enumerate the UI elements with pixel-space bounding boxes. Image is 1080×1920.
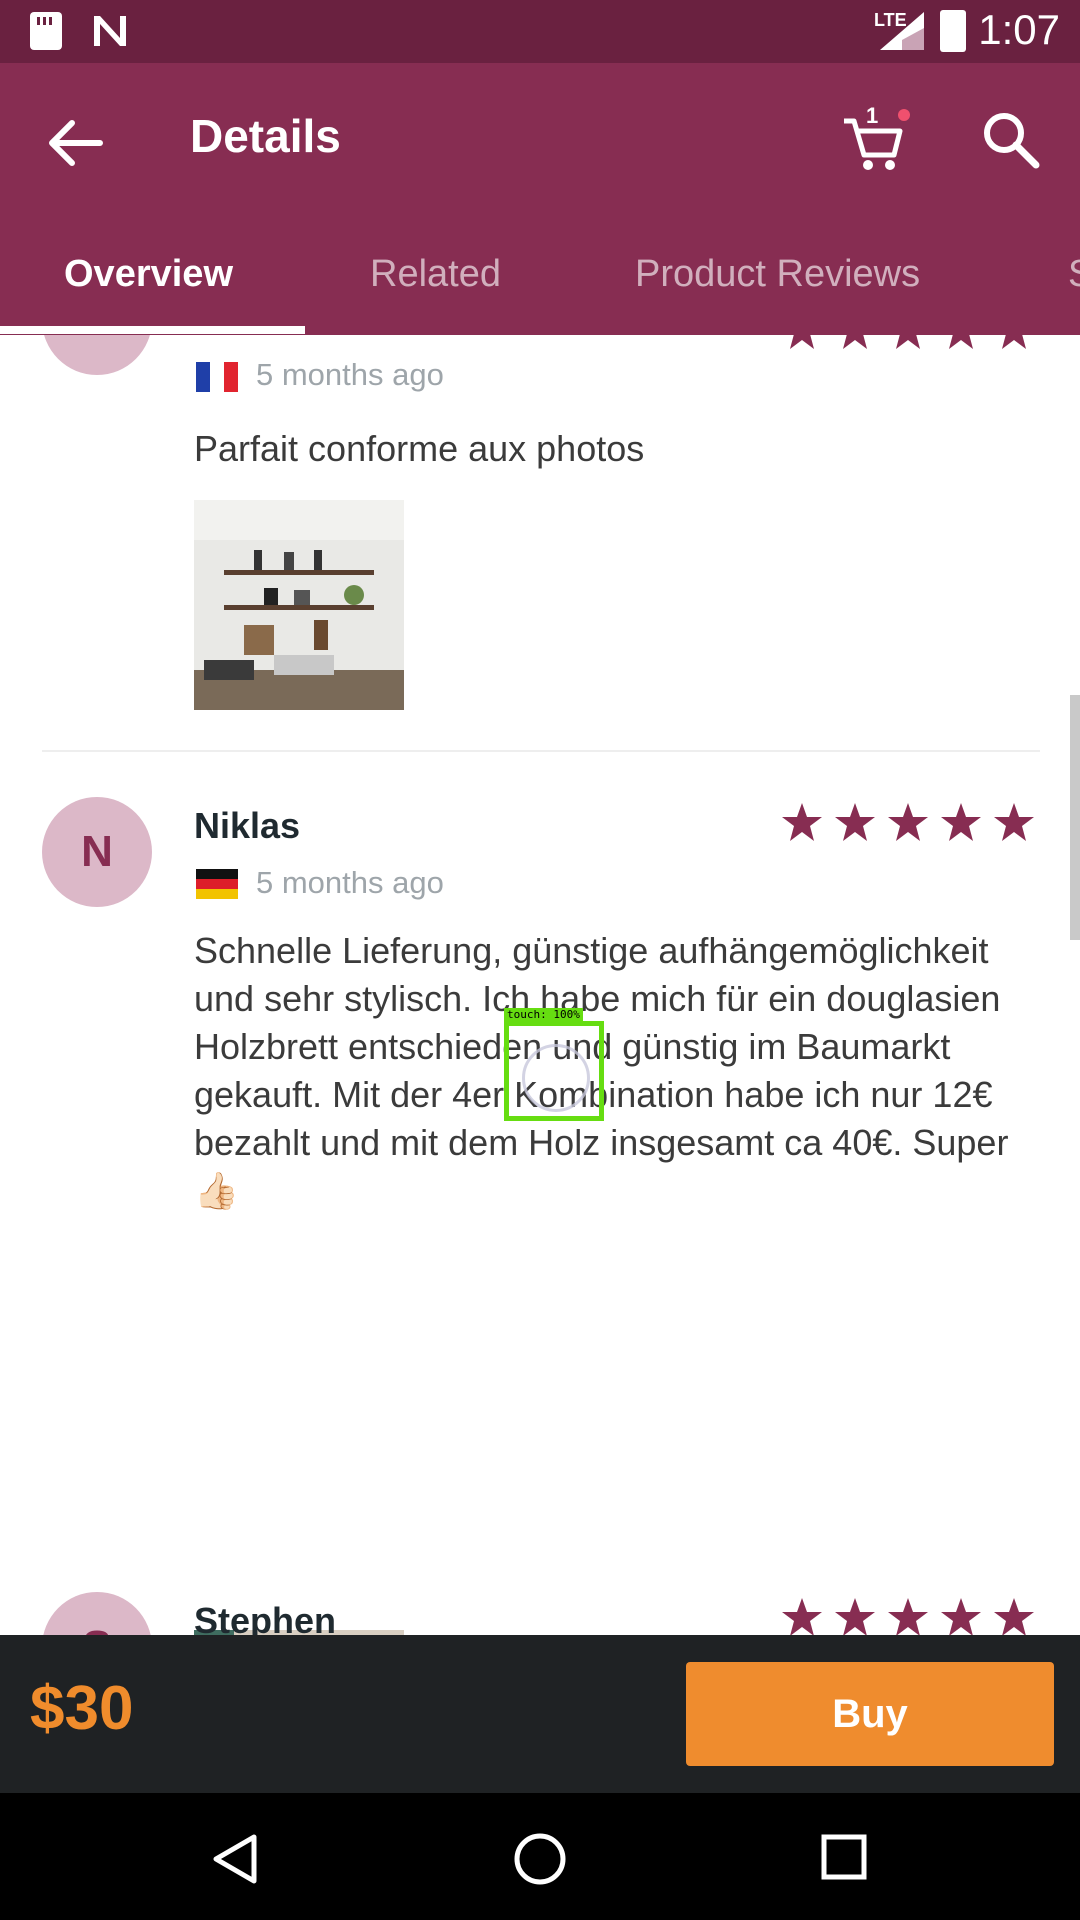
back-arrow-icon[interactable] [40,108,110,178]
sd-card-icon [30,12,62,50]
status-time: 1:07 [978,6,1060,53]
reviewer-name: Niklas [194,805,301,846]
tab-partial[interactable]: S [1068,253,1080,296]
search-icon[interactable] [978,107,1042,171]
status-bar: LTE 1:07 [0,0,1080,63]
touch-ripple [522,1044,590,1112]
touch-indicator-label: touch: 100% [504,1008,583,1021]
reviewer-name: Stephen [194,1600,337,1635]
rating-stars [782,1598,1034,1635]
tab-indicator [0,326,305,334]
cart-count-badge: 1 [866,103,879,128]
nav-recents-icon[interactable] [820,1833,868,1881]
reviews-list[interactable]: F 5 months ago Parfait conforme aux phot… [0,335,1080,1635]
battery-icon [940,10,966,52]
purchase-bar: $30 Buy [0,1635,1080,1793]
review-text: Parfait conforme aux photos [194,428,645,469]
n-logo-icon [94,16,126,46]
page-title: Details [190,110,341,162]
germany-flag-icon [196,869,238,899]
price-label: $30 [30,1674,134,1743]
tab-overview[interactable]: Overview [64,253,233,296]
nav-home-icon[interactable] [512,1831,568,1887]
france-flag-icon [196,362,238,392]
tab-bar: Overview Related Product Reviews S [0,253,1080,335]
divider [42,750,1040,752]
avatar: N [42,797,152,907]
review-photo[interactable] [194,500,404,710]
review-date: 5 months ago [256,357,444,392]
scrollbar-thumb[interactable] [1070,695,1080,940]
signal-icon [880,12,924,50]
review-date: 5 months ago [256,865,444,900]
buy-button[interactable]: Buy [686,1662,1054,1766]
tab-related[interactable]: Related [370,253,501,296]
avatar: S [42,1592,152,1635]
review-text: Schnelle Lieferung, günstige aufhängemög… [194,930,1009,1211]
nav-back-icon[interactable] [210,1833,260,1885]
system-nav-bar [0,1793,1080,1920]
avatar: F [42,335,152,375]
cart-notification-dot [898,109,910,121]
rating-stars [790,335,1026,349]
rating-stars [782,803,1034,841]
tab-product-reviews[interactable]: Product Reviews [635,253,920,296]
app-bar: Details 1 Overview Related Product Revie… [0,63,1080,335]
